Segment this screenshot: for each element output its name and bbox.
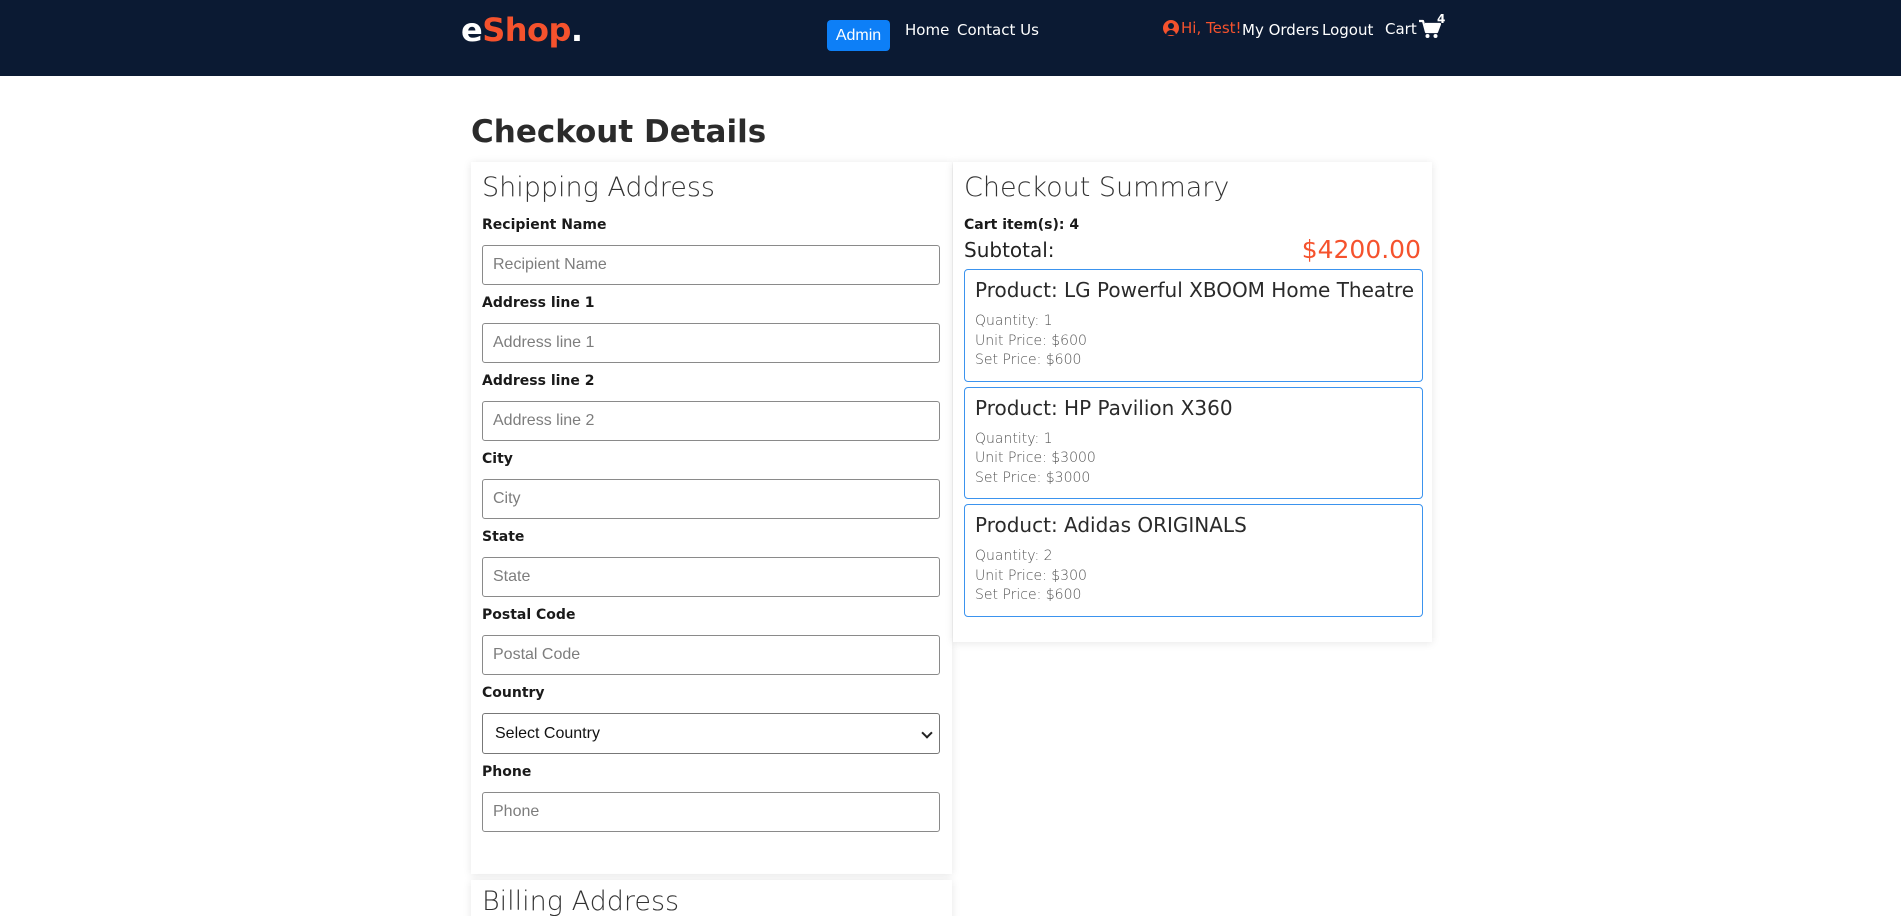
cart-count-badge: 4 xyxy=(1437,12,1446,26)
billing-address-card: Billing Address xyxy=(471,880,952,916)
country-select-value: Select Country xyxy=(495,725,600,742)
greeting-text: Hi, Test! xyxy=(1181,19,1242,37)
product-set-price: Set Price: $3000 xyxy=(975,469,1091,486)
city-label: City xyxy=(482,451,513,467)
shipping-address-title: Shipping Address xyxy=(482,172,715,203)
product-unit-price: Unit Price: $300 xyxy=(975,567,1087,584)
checkout-summary-card: Checkout Summary Cart item(s): 4 Subtota… xyxy=(953,162,1432,642)
nav-link-logout[interactable]: Logout xyxy=(1322,21,1373,39)
product-name: Product: LG Powerful XBOOM Home Theatre xyxy=(975,278,1415,302)
product-name: Product: Adidas ORIGINALS xyxy=(975,513,1247,537)
product-quantity: Quantity: 1 xyxy=(975,313,1053,329)
nav-link-my-orders[interactable]: My Orders xyxy=(1242,21,1319,39)
phone-input[interactable] xyxy=(482,792,940,832)
logo-word-shop: Shop xyxy=(482,11,571,49)
product-set-price: Set Price: $600 xyxy=(975,352,1082,368)
product-quantity: Quantity: 1 xyxy=(975,430,1053,447)
admin-button[interactable]: Admin xyxy=(827,20,890,51)
state-label: State xyxy=(482,529,525,545)
billing-address-title: Billing Address xyxy=(482,886,680,916)
subtotal-row: Subtotal: $4200.00 xyxy=(964,235,1421,264)
postal-code-input[interactable] xyxy=(482,635,940,675)
address-line-2-input[interactable] xyxy=(482,401,940,441)
shipping-address-card: Shipping Address Recipient Name Address … xyxy=(471,162,952,874)
product-unit-price: Unit Price: $3000 xyxy=(975,450,1096,466)
user-greeting[interactable]: Hi, Test! xyxy=(1163,19,1242,37)
summary-item-card: Product: Adidas ORIGINALS Quantity: 2 Un… xyxy=(964,504,1423,617)
top-navbar: eShop. Admin Home Contact Us Hi, Test! M… xyxy=(0,0,1901,76)
logo-letter-e: e xyxy=(461,11,483,49)
country-select[interactable]: Select Country xyxy=(482,713,940,754)
summary-item-card: Product: HP Pavilion X360 Quantity: 1 Un… xyxy=(964,386,1423,499)
logo-dot: . xyxy=(570,11,583,49)
page-title: Checkout Details xyxy=(471,114,767,150)
city-input[interactable] xyxy=(482,479,940,519)
product-set-price: Set Price: $600 xyxy=(975,587,1082,603)
address-line-2-label: Address line 2 xyxy=(482,373,595,389)
postal-code-label: Postal Code xyxy=(482,607,576,623)
chevron-down-icon xyxy=(921,727,933,739)
checkout-summary-title: Checkout Summary xyxy=(964,172,1230,203)
cart-link[interactable]: Cart xyxy=(1385,19,1441,39)
eshop-logo[interactable]: eShop. xyxy=(461,11,583,49)
subtotal-label: Subtotal: xyxy=(964,237,1055,262)
product-quantity: Quantity: 2 xyxy=(975,548,1053,564)
user-circle-icon xyxy=(1163,20,1179,36)
address-line-1-input[interactable] xyxy=(482,323,940,363)
nav-link-home[interactable]: Home xyxy=(905,21,949,39)
state-input[interactable] xyxy=(482,557,940,597)
product-unit-price: Unit Price: $600 xyxy=(975,332,1087,349)
country-label: Country xyxy=(482,685,545,701)
phone-label: Phone xyxy=(482,764,532,780)
recipient-name-input[interactable] xyxy=(482,245,940,285)
cart-label: Cart xyxy=(1385,20,1417,38)
cart-item-count: Cart item(s): 4 xyxy=(964,217,1080,233)
subtotal-value: $4200.00 xyxy=(1301,235,1421,264)
product-name: Product: HP Pavilion X360 xyxy=(975,395,1233,420)
summary-item-card: Product: LG Powerful XBOOM Home Theatre … xyxy=(964,269,1423,382)
nav-link-contact-us[interactable]: Contact Us xyxy=(957,21,1039,39)
recipient-name-label: Recipient Name xyxy=(482,217,607,233)
address-line-1-label: Address line 1 xyxy=(482,295,595,311)
